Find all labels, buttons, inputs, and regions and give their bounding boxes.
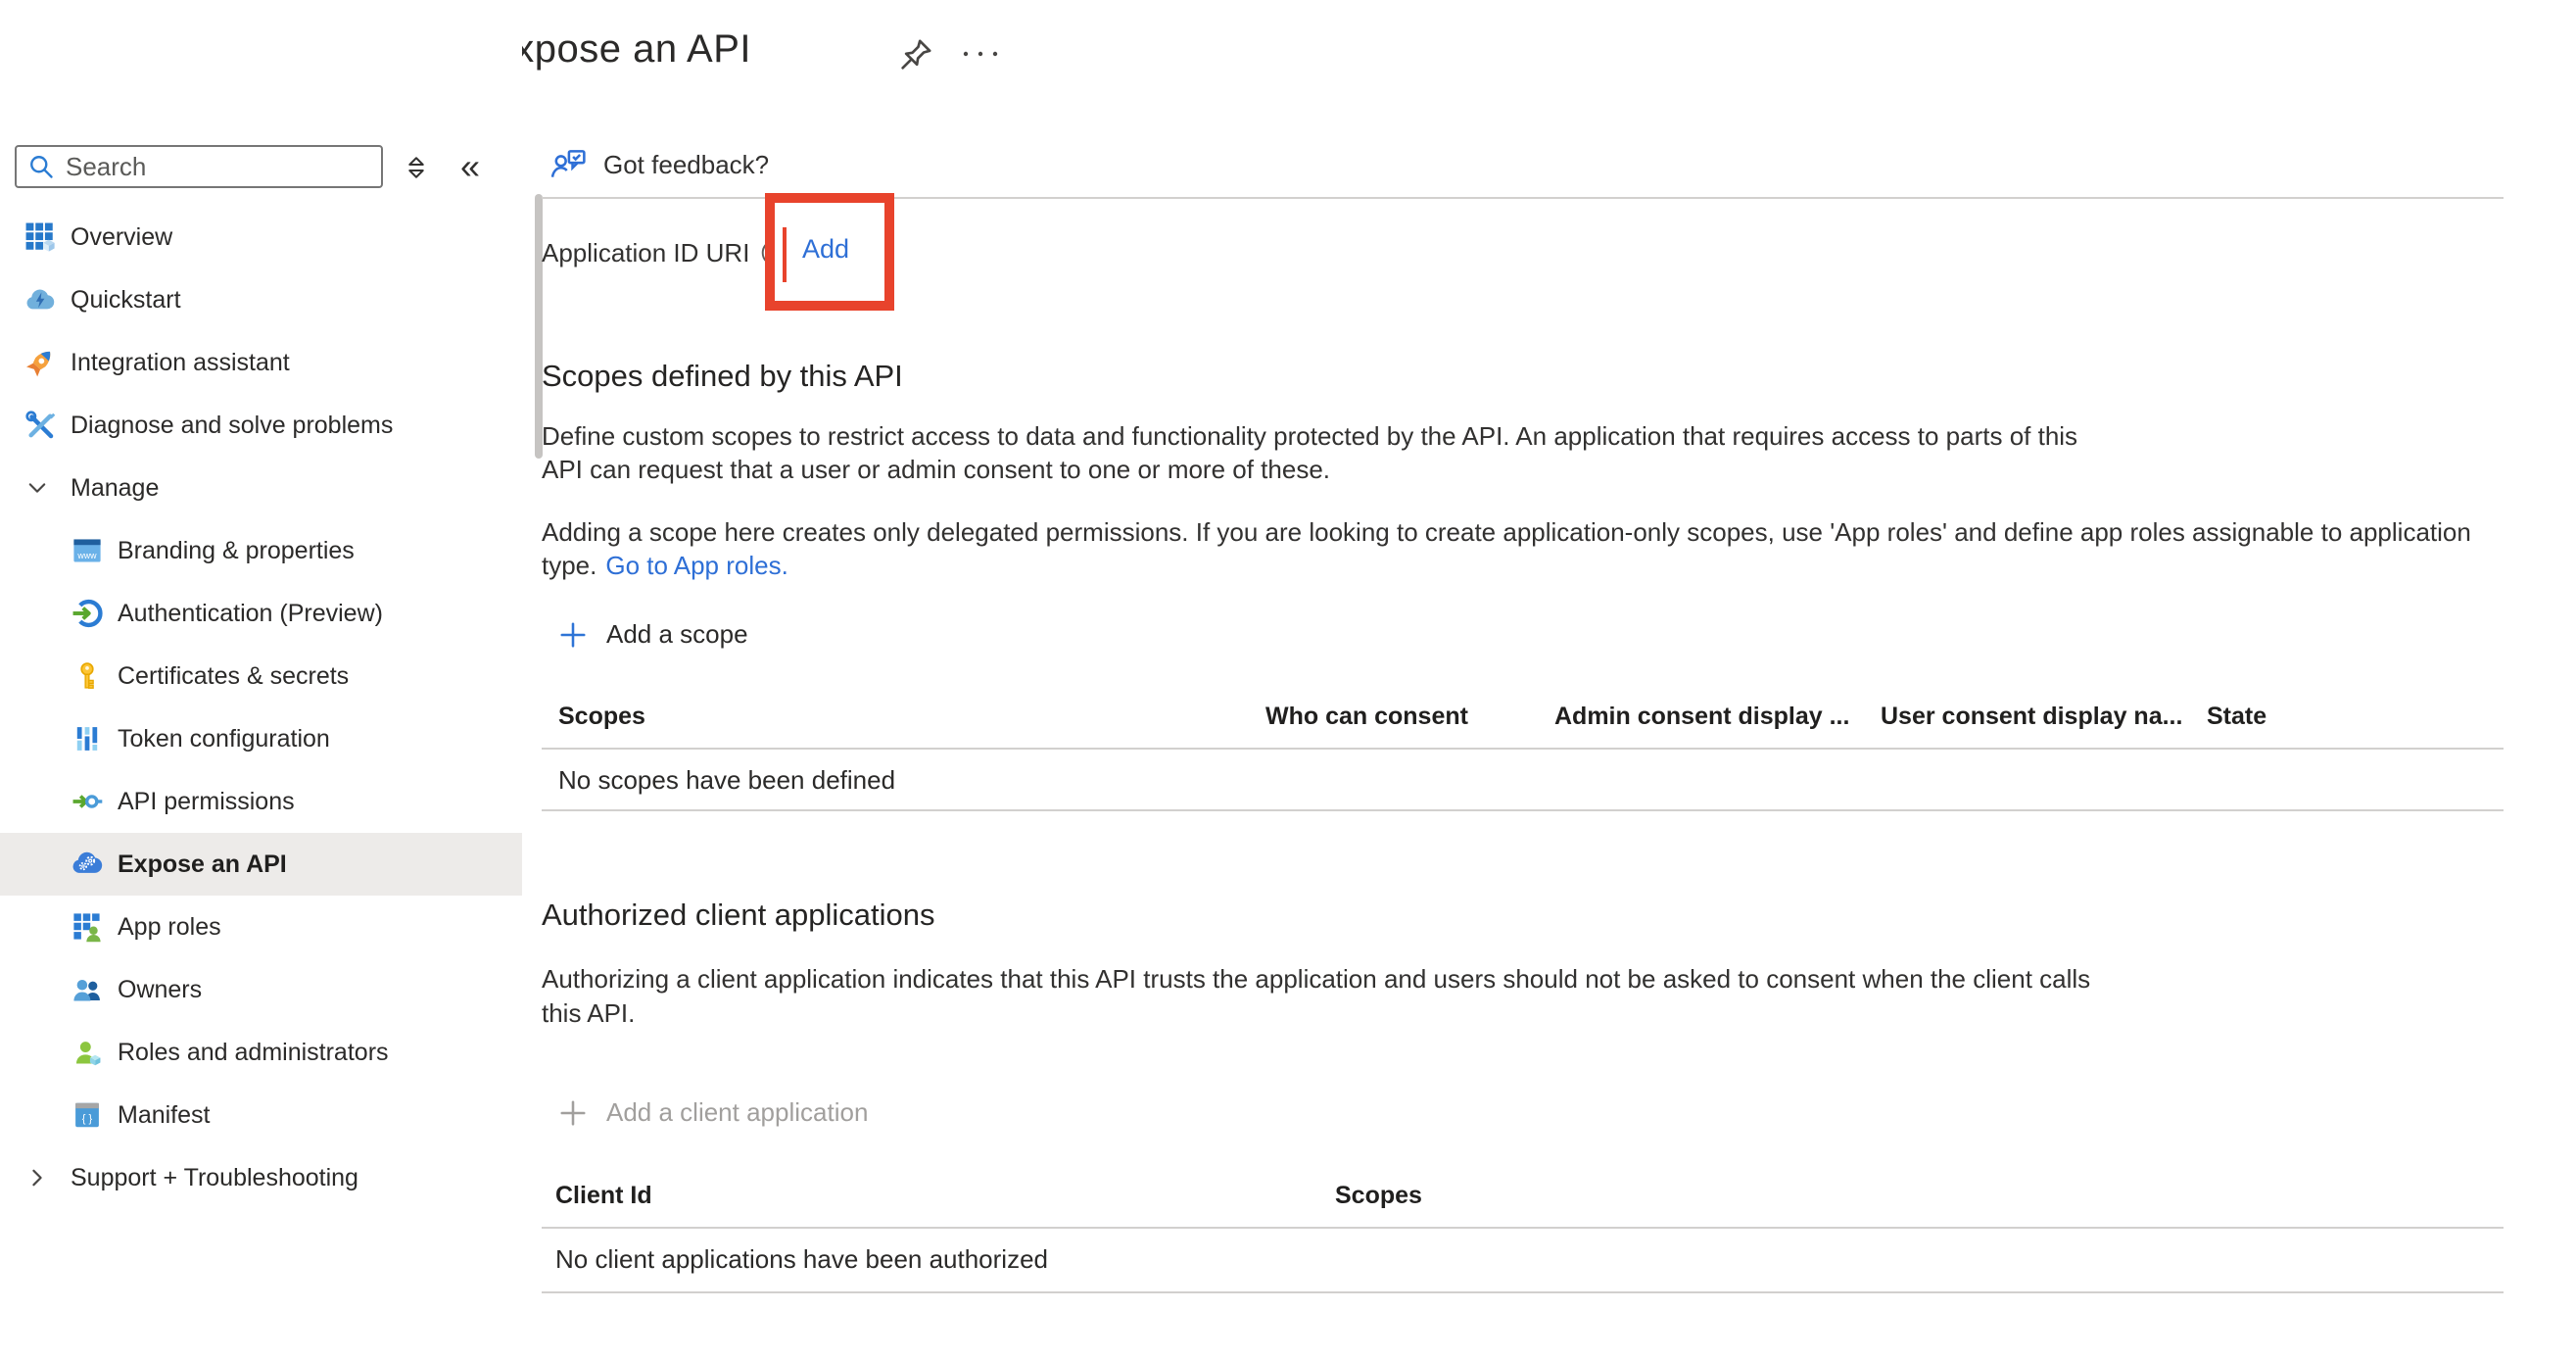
scopes-note-line1: Adding a scope here creates only delegat… bbox=[542, 517, 2471, 548]
sidebar-item-authentication[interactable]: Authentication (Preview) bbox=[0, 582, 522, 645]
search-icon bbox=[26, 152, 56, 181]
sidebar-item-label: Certificates & secrets bbox=[118, 662, 349, 691]
sidebar-item-label: App roles bbox=[118, 913, 221, 942]
sidebar-section-support-troubleshooting[interactable]: Support + Troubleshooting bbox=[0, 1146, 522, 1209]
user-consent-column-header: User consent display na... bbox=[1881, 703, 2182, 731]
sidebar-item-label: Manifest bbox=[118, 1101, 210, 1130]
sidebar-item-roles-administrators[interactable]: Roles and administrators bbox=[0, 1021, 522, 1084]
sidebar-item-label: Authentication (Preview) bbox=[118, 600, 383, 628]
unfold-sections-icon[interactable] bbox=[402, 153, 431, 182]
scopes-table-header-divider bbox=[542, 748, 2504, 750]
sidebar-search[interactable] bbox=[15, 145, 383, 188]
sidebar-item-label: Expose an API bbox=[118, 850, 287, 879]
chevron-right-icon bbox=[25, 1166, 49, 1190]
roles-administrators-icon bbox=[71, 1036, 104, 1069]
sidebar-item-certificates-secrets[interactable]: Certificates & secrets bbox=[0, 645, 522, 707]
expose-api-icon bbox=[71, 848, 104, 881]
add-a-client-application-button[interactable]: Add a client application bbox=[558, 1097, 868, 1128]
annotation-highlight-box: Add bbox=[765, 193, 894, 311]
app-roles-icon bbox=[71, 910, 104, 944]
clients-table-header-divider bbox=[542, 1227, 2504, 1229]
authentication-icon bbox=[71, 597, 104, 630]
scopes-description-line2: API can request that a user or admin con… bbox=[542, 455, 1330, 485]
plus-icon bbox=[558, 620, 588, 650]
clients-table-bottom-divider bbox=[542, 1291, 2504, 1293]
sidebar-item-label: Branding & properties bbox=[118, 537, 355, 565]
sidebar-nav: Overview Quickstart In bbox=[0, 206, 522, 1209]
client-scopes-column-header: Scopes bbox=[1335, 1182, 1422, 1210]
sidebar-item-diagnose[interactable]: Diagnose and solve problems bbox=[0, 394, 522, 457]
sidebar-scrollbar[interactable] bbox=[535, 194, 543, 459]
sidebar-item-label: Token configuration bbox=[118, 725, 330, 753]
integration-assistant-icon bbox=[24, 346, 57, 379]
scopes-note-line2: type. Go to App roles. bbox=[542, 551, 788, 581]
quickstart-icon bbox=[24, 283, 57, 316]
token-configuration-icon bbox=[71, 722, 104, 755]
sidebar-item-label: Roles and administrators bbox=[118, 1039, 389, 1067]
state-column-header: State bbox=[2207, 703, 2266, 731]
add-a-client-application-label: Add a client application bbox=[606, 1097, 868, 1128]
sidebar-section-label: Support + Troubleshooting bbox=[71, 1164, 358, 1192]
manifest-icon: { } bbox=[71, 1098, 104, 1132]
scopes-column-header: Scopes bbox=[558, 703, 645, 731]
owners-icon bbox=[71, 973, 104, 1006]
certificates-key-icon bbox=[71, 659, 104, 693]
collapse-sidebar-icon[interactable]: « bbox=[453, 145, 488, 188]
application-id-uri-label: Application ID URI bbox=[542, 238, 749, 268]
expose-an-api-page: eric-test-delete-me | Expose an API « bbox=[0, 0, 2576, 1360]
sidebar-item-label: Owners bbox=[118, 976, 202, 1004]
sidebar-item-label: Overview bbox=[71, 223, 172, 252]
feedback-icon bbox=[549, 145, 588, 184]
go-to-app-roles-link[interactable]: Go to App roles. bbox=[605, 551, 787, 580]
sidebar-section-manage[interactable]: Manage bbox=[0, 457, 522, 519]
annotation-artifact bbox=[783, 227, 787, 282]
admin-consent-column-header: Admin consent display ... bbox=[1554, 703, 1849, 731]
sidebar-item-branding-properties[interactable]: www Branding & properties bbox=[0, 519, 522, 582]
sidebar-item-label: Integration assistant bbox=[71, 349, 290, 377]
blade-title: Expose an API bbox=[488, 27, 751, 72]
sidebar-item-label: Diagnose and solve problems bbox=[71, 412, 393, 440]
authorized-clients-section-title: Authorized client applications bbox=[542, 898, 935, 933]
got-feedback-button[interactable]: Got feedback? bbox=[549, 145, 769, 184]
add-a-scope-button[interactable]: Add a scope bbox=[558, 619, 748, 650]
sidebar-item-integration-assistant[interactable]: Integration assistant bbox=[0, 331, 522, 394]
who-can-consent-column-header: Who can consent bbox=[1265, 703, 1468, 731]
add-a-scope-label: Add a scope bbox=[606, 619, 748, 650]
plus-icon-disabled bbox=[558, 1098, 588, 1128]
add-application-id-uri-link[interactable]: Add bbox=[802, 234, 849, 265]
sidebar-item-overview[interactable]: Overview bbox=[0, 206, 522, 268]
clients-description-line1: Authorizing a client application indicat… bbox=[542, 964, 2090, 995]
svg-text:{ }: { } bbox=[82, 1113, 93, 1125]
sidebar-item-owners[interactable]: Owners bbox=[0, 958, 522, 1021]
client-id-column-header: Client Id bbox=[555, 1182, 652, 1210]
sidebar-item-label: Quickstart bbox=[71, 286, 181, 315]
clients-description-line2: this API. bbox=[542, 998, 635, 1029]
scopes-empty-message: No scopes have been defined bbox=[558, 765, 895, 796]
scopes-section-title: Scopes defined by this API bbox=[542, 359, 903, 394]
branding-icon: www bbox=[71, 534, 104, 567]
clients-empty-message: No client applications have been authori… bbox=[555, 1244, 1048, 1275]
diagnose-tools-icon bbox=[24, 409, 57, 442]
chevron-down-icon bbox=[25, 476, 49, 500]
scopes-description-line1: Define custom scopes to restrict access … bbox=[542, 421, 2077, 452]
scopes-note-line2-prefix: type. bbox=[542, 551, 596, 580]
sidebar-item-api-permissions[interactable]: API permissions bbox=[0, 770, 522, 833]
sidebar-item-token-configuration[interactable]: Token configuration bbox=[0, 707, 522, 770]
sidebar-item-label: API permissions bbox=[118, 788, 295, 816]
sidebar: « Overview Quickstart bbox=[0, 0, 522, 1360]
api-permissions-icon bbox=[71, 785, 104, 818]
pin-icon[interactable] bbox=[896, 35, 935, 74]
got-feedback-label: Got feedback? bbox=[603, 150, 769, 180]
overview-icon bbox=[24, 220, 57, 254]
sidebar-item-manifest[interactable]: { } Manifest bbox=[0, 1084, 522, 1146]
search-input[interactable] bbox=[66, 152, 359, 182]
sidebar-item-quickstart[interactable]: Quickstart bbox=[0, 268, 522, 331]
more-options-icon[interactable] bbox=[958, 39, 1003, 69]
sidebar-item-app-roles[interactable]: App roles bbox=[0, 896, 522, 958]
scopes-table-bottom-divider bbox=[542, 809, 2504, 811]
sidebar-section-label: Manage bbox=[71, 474, 159, 503]
svg-text:www: www bbox=[76, 551, 97, 560]
sidebar-item-expose-an-api[interactable]: Expose an API bbox=[0, 833, 522, 896]
